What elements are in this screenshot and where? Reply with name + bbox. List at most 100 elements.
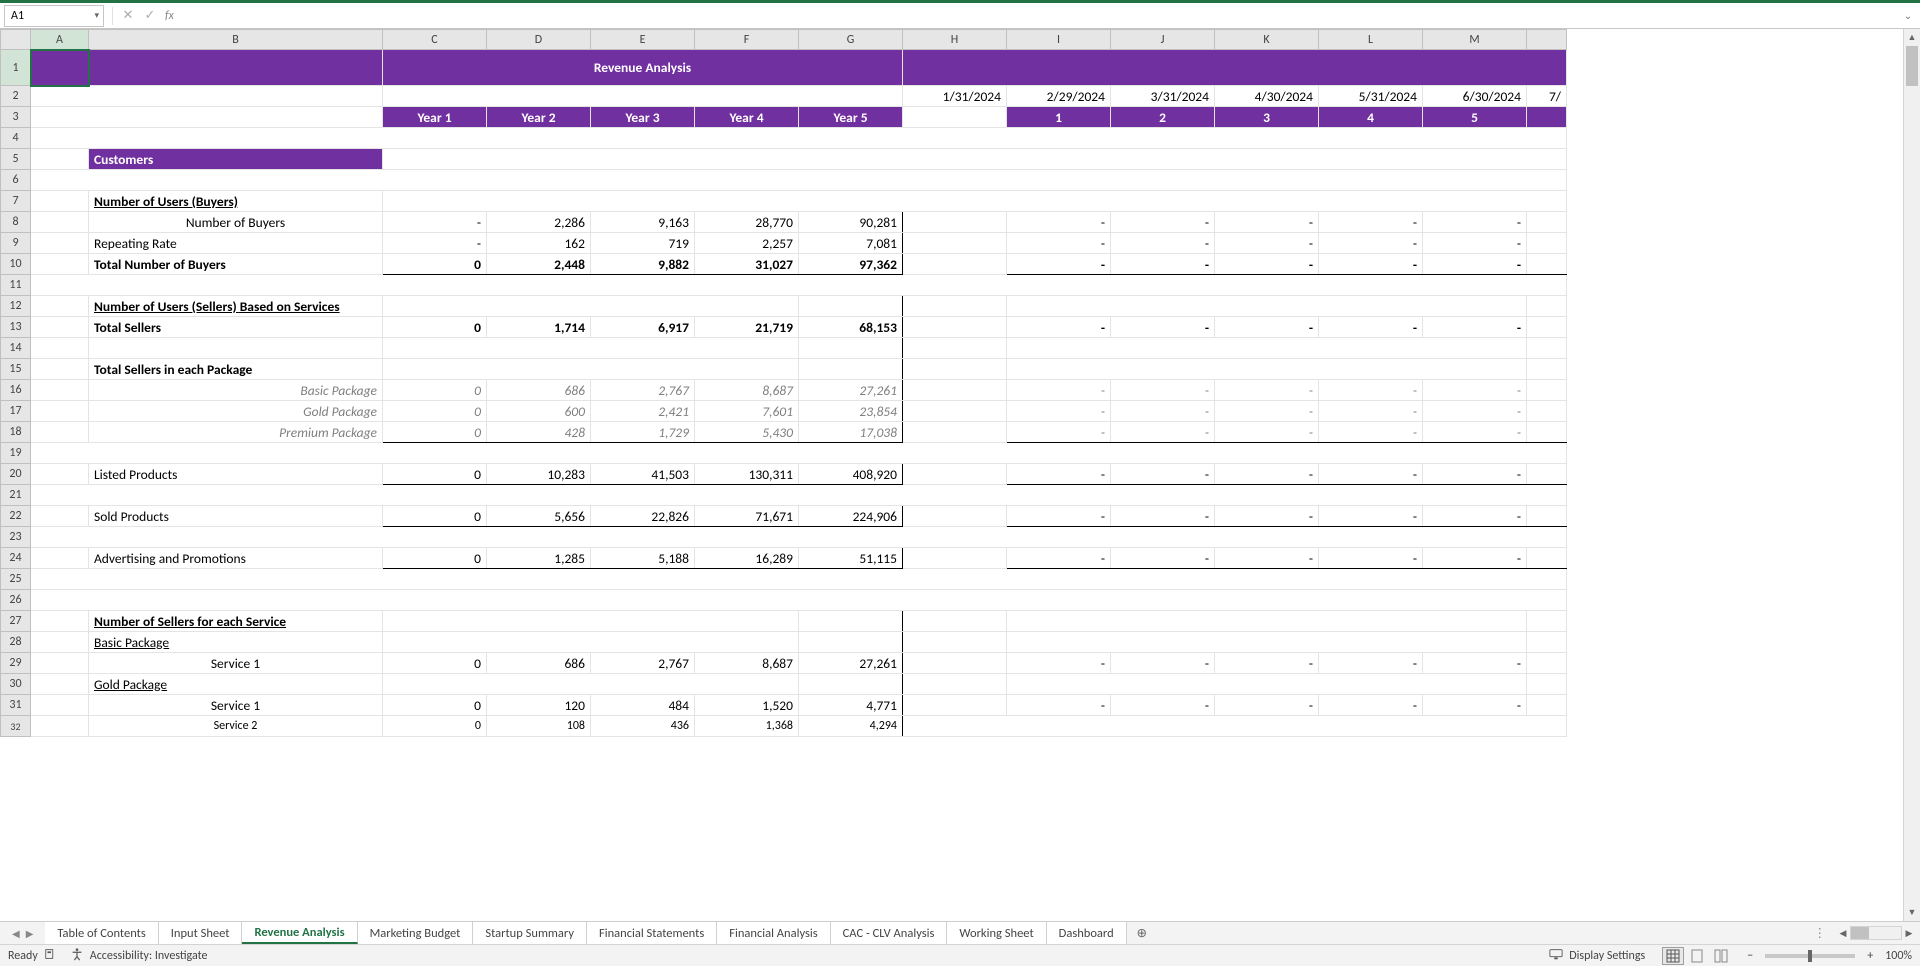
label-advertising[interactable]: Advertising and Promotions [89,548,383,569]
cell[interactable] [903,338,1007,359]
cell-value[interactable]: - [1111,254,1215,275]
cell[interactable] [1527,632,1567,653]
cell-value[interactable]: 7,081 [799,233,903,254]
cell[interactable] [383,674,799,695]
cell-value[interactable]: 4,294 [799,716,903,737]
cell-value[interactable]: 2,421 [591,401,695,422]
label-total-buyers[interactable]: Total Number of Buyers [89,254,383,275]
label-premium-pkg[interactable]: Premium Package [89,422,383,443]
cell[interactable] [903,254,1007,275]
row-header[interactable]: 5 [1,149,31,170]
cell-value[interactable]: 27,261 [799,653,903,674]
cell-value[interactable]: - [1111,380,1215,401]
cell[interactable] [31,569,1567,590]
cell[interactable] [1007,632,1527,653]
page-title[interactable]: Revenue Analysis [383,50,903,86]
cell-value[interactable]: 21,719 [695,317,799,338]
cell-date[interactable]: 1/31/2024 [903,86,1007,107]
cell[interactable] [1527,422,1567,443]
cell[interactable] [1007,338,1527,359]
zoom-in-button[interactable]: + [1863,949,1877,963]
cell[interactable] [1527,317,1567,338]
cell-value[interactable]: - [1007,380,1111,401]
column-header[interactable] [1527,30,1567,50]
cell-date[interactable]: 6/30/2024 [1423,86,1527,107]
column-header[interactable]: C [383,30,487,50]
column-header[interactable]: J [1111,30,1215,50]
column-header[interactable]: L [1319,30,1423,50]
cell[interactable] [1527,548,1567,569]
label-basic-pkg[interactable]: Basic Package [89,380,383,401]
worksheet-grid[interactable]: A B C D E F G H I J K L M 1 [0,29,1903,921]
cell-value[interactable]: - [1423,506,1527,527]
cell[interactable] [1527,695,1567,716]
zoom-level[interactable]: 100% [1885,949,1912,963]
row-header[interactable]: 22 [1,506,31,527]
cell-value[interactable]: 17,038 [799,422,903,443]
label-listed[interactable]: Listed Products [89,464,383,485]
cell-value[interactable]: - [1215,380,1319,401]
cell-value[interactable]: - [1423,653,1527,674]
cell[interactable] [903,464,1007,485]
row-header[interactable]: 30 [1,674,31,695]
cell-value[interactable]: 0 [383,548,487,569]
label-gold-pkg-u[interactable]: Gold Package [89,674,383,695]
cell-value[interactable]: 2,767 [591,380,695,401]
cell-value[interactable]: 1,285 [487,548,591,569]
column-header[interactable]: F [695,30,799,50]
cell[interactable] [89,338,383,359]
cell[interactable] [1007,611,1527,632]
cell[interactable] [903,548,1007,569]
row-header[interactable]: 17 [1,401,31,422]
cell-value[interactable]: - [1111,653,1215,674]
cell[interactable] [903,695,1007,716]
cell[interactable] [31,191,89,212]
cell[interactable] [1527,674,1567,695]
cell-value[interactable]: 224,906 [799,506,903,527]
cell[interactable] [31,128,1567,149]
cell-value[interactable]: - [1007,401,1111,422]
row-header[interactable]: 4 [1,128,31,149]
row-header[interactable]: 10 [1,254,31,275]
column-header[interactable]: B [89,30,383,50]
cell-value[interactable]: 484 [591,695,695,716]
cell-value[interactable]: 408,920 [799,464,903,485]
cell-value[interactable]: - [1111,212,1215,233]
label-sellers-header[interactable]: Number of Users (Sellers) Based on Servi… [89,296,383,317]
cell-value[interactable]: 4,771 [799,695,903,716]
cancel-icon[interactable]: ✕ [117,5,139,27]
cell-value[interactable]: - [1319,464,1423,485]
cell-value[interactable]: 0 [383,716,487,737]
cell-value[interactable]: 428 [487,422,591,443]
cell-value[interactable]: - [1111,506,1215,527]
row-header[interactable]: 2 [1,86,31,107]
column-header[interactable]: G [799,30,903,50]
cell-value[interactable]: - [1423,212,1527,233]
column-header[interactable]: I [1007,30,1111,50]
row-header[interactable]: 7 [1,191,31,212]
cell[interactable] [31,212,89,233]
cell-value[interactable]: - [1111,464,1215,485]
cell-value[interactable]: - [1423,422,1527,443]
cell-value[interactable]: 0 [383,695,487,716]
label-sellers-service[interactable]: Number of Sellers for each Service [89,611,383,632]
cell-value[interactable]: - [1007,422,1111,443]
cell-value[interactable]: - [1423,401,1527,422]
cell-value[interactable]: - [1215,506,1319,527]
cell[interactable] [903,359,1007,380]
display-settings-icon[interactable] [1549,947,1563,965]
cell[interactable] [383,296,799,317]
add-sheet-button[interactable]: ⊕ [1127,925,1157,941]
cell[interactable] [31,590,1567,611]
view-normal-icon[interactable] [1662,947,1684,965]
horizontal-scrollbar[interactable]: ◀ ▶ [1836,925,1916,941]
cell[interactable] [31,716,89,737]
cell[interactable] [31,443,1567,464]
cell[interactable] [903,401,1007,422]
status-accessibility[interactable]: Accessibility: Investigate [90,949,208,963]
label-buyers-header[interactable]: Number of Users (Buyers) [89,191,383,212]
row-header[interactable]: 11 [1,275,31,296]
cell[interactable] [31,674,89,695]
scroll-up-icon[interactable]: ▲ [1904,29,1920,46]
cell-value[interactable]: - [1215,317,1319,338]
